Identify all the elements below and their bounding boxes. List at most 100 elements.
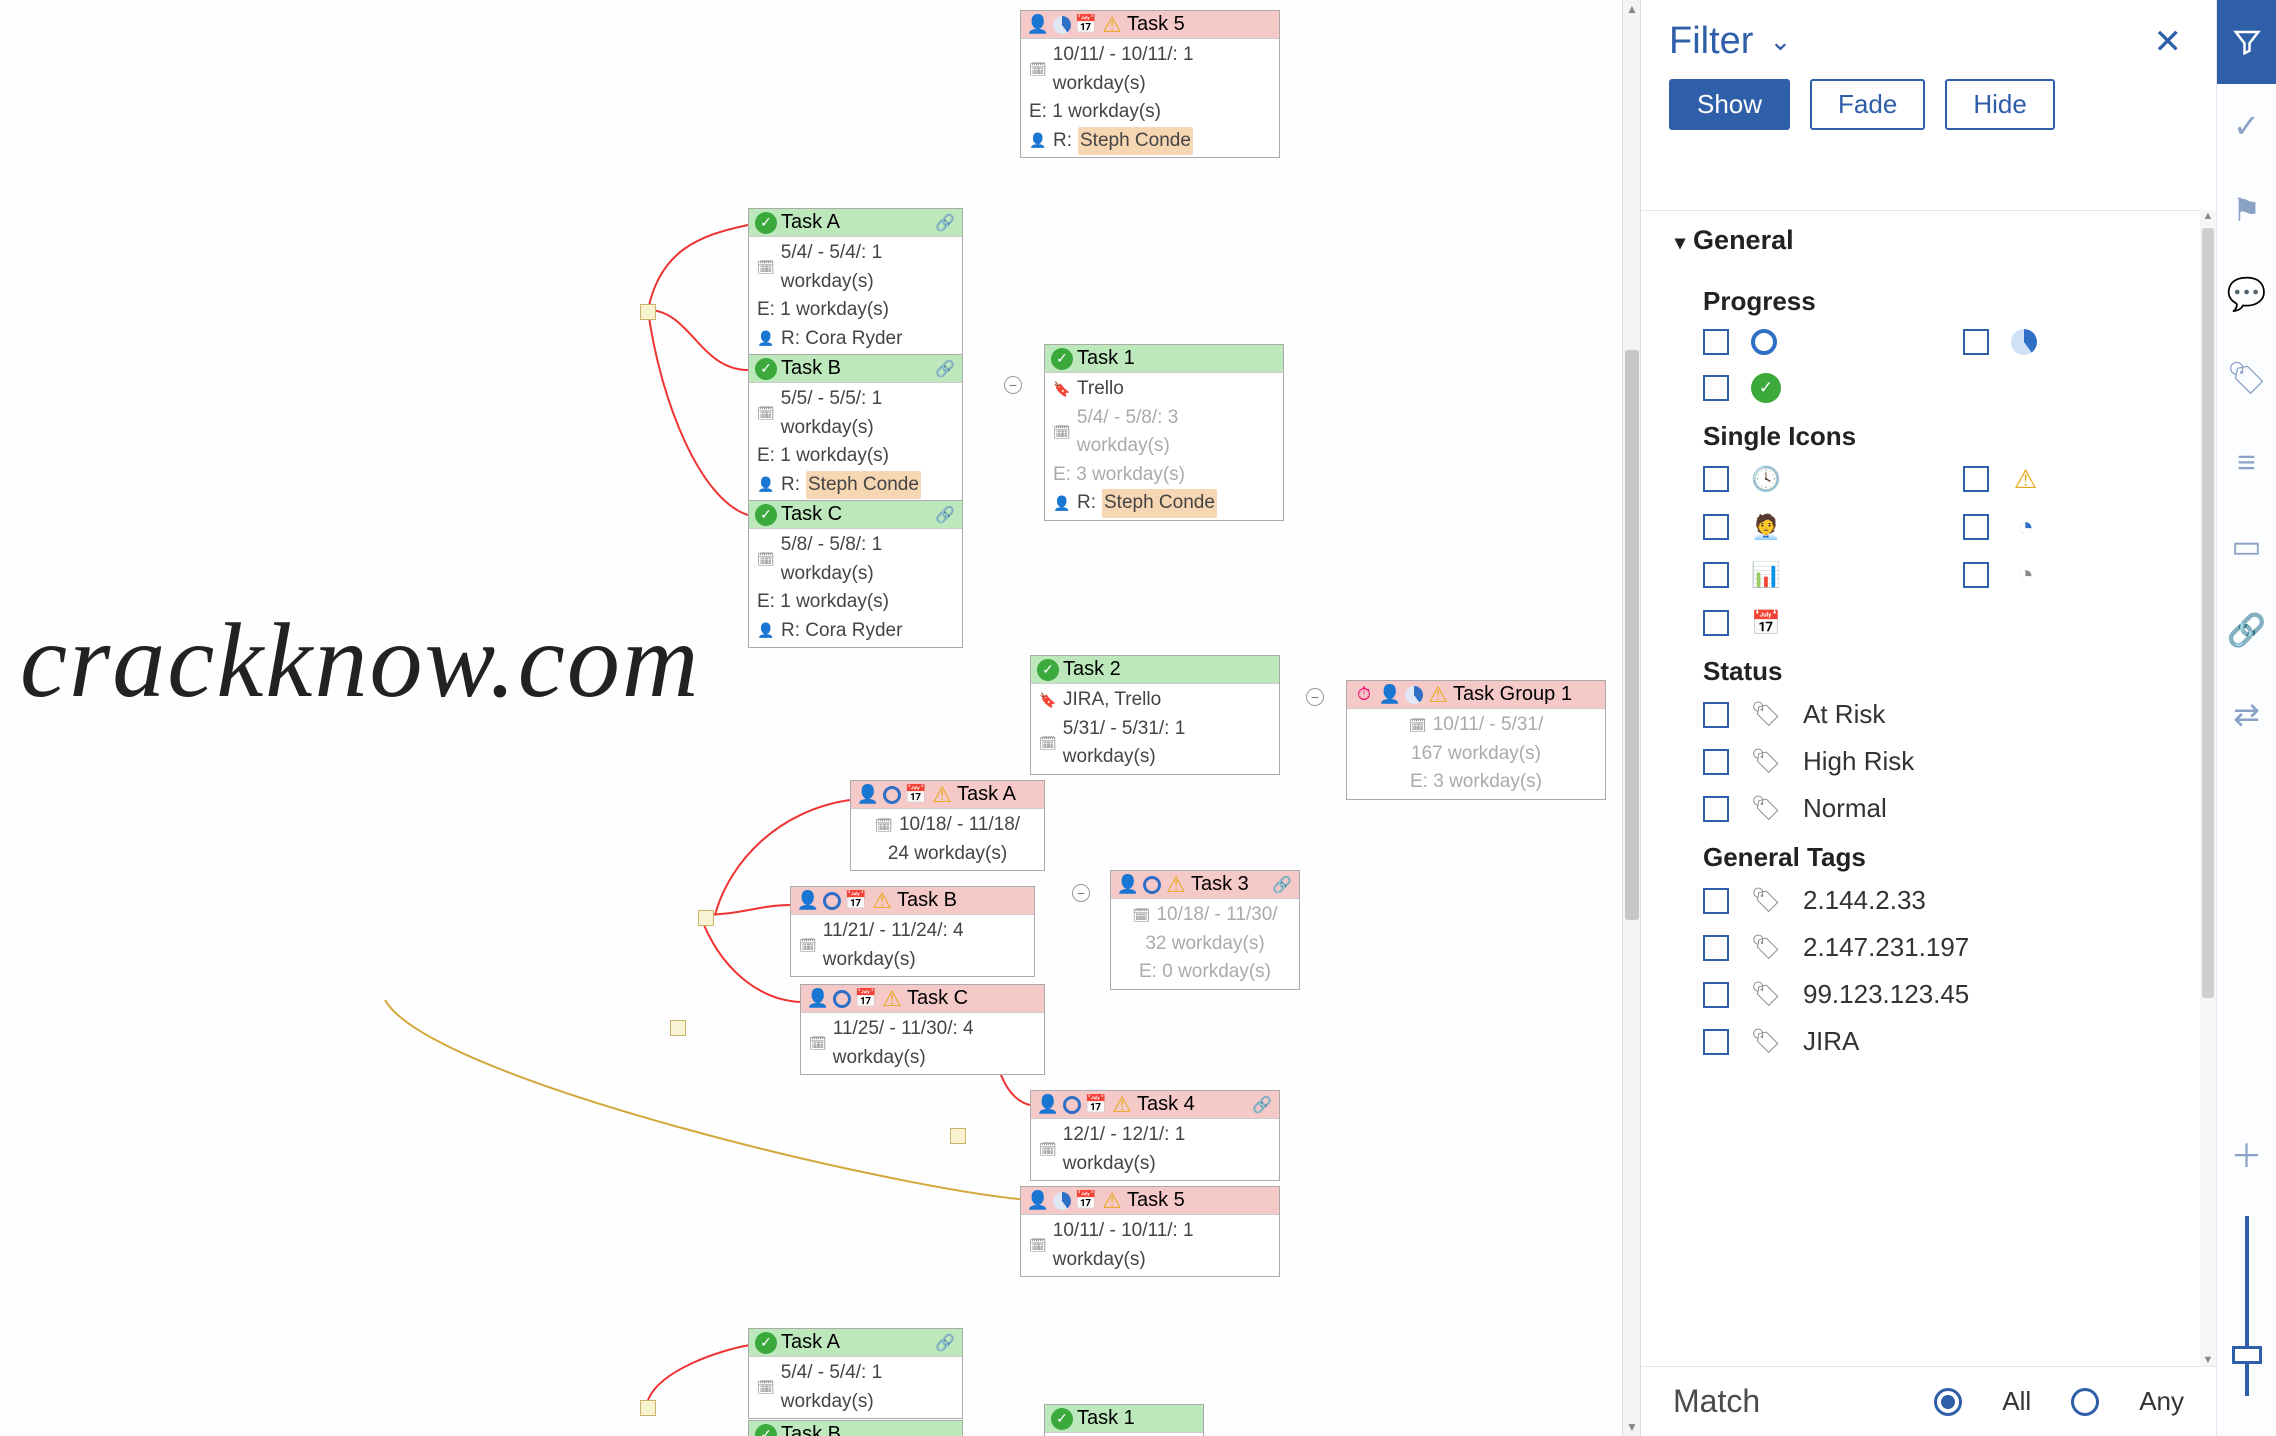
link-icon (934, 212, 956, 234)
node-task2[interactable]: Task 2 JIRA, Trello 5/31/ - 5/31/: 1 wor… (1030, 655, 1280, 775)
filter-scrollbar[interactable] (2200, 210, 2216, 1370)
resource-icon (1027, 14, 1049, 36)
zoom-slider[interactable] (2217, 1196, 2276, 1436)
chat-tool-icon[interactable]: 💬 (2217, 252, 2276, 336)
node-taskA3[interactable]: Task A 5/4/ - 5/4/: 1 workday(s) (748, 1328, 963, 1419)
node-task4[interactable]: Task 4 12/1/ - 12/1/: 1 workday(s) (1030, 1090, 1280, 1181)
match-title: Match (1673, 1383, 1760, 1420)
edge-handle[interactable] (698, 910, 714, 926)
hide-button[interactable]: Hide (1945, 79, 2054, 130)
edge-handle[interactable] (640, 1400, 656, 1416)
date-icon (1029, 61, 1047, 79)
node-taskA2[interactable]: Task A 10/18/ - 11/18/ 24 workday(s) (850, 780, 1045, 871)
resource1-icon (1751, 512, 1781, 542)
scroll-up-icon[interactable] (1623, 0, 1641, 18)
mindmap-canvas[interactable]: Task 5 10/11/ - 10/11/: 1 workday(s) E: … (0, 0, 1640, 1436)
edge-handle[interactable] (950, 1128, 966, 1144)
radio-all[interactable] (1934, 1388, 1962, 1416)
status-list: At Risk High Risk Normal (1675, 699, 2182, 824)
node-taskC[interactable]: Task C 5/8/ - 5/8/: 1 workday(s) E: 1 wo… (748, 500, 963, 648)
tag-icon (1053, 380, 1071, 398)
tags-list: 2.144.2.33 2.147.231.197 99.123.123.45 J… (1675, 885, 2182, 1057)
fade-button[interactable]: Fade (1810, 79, 1925, 130)
tag-icon (1751, 1027, 1781, 1057)
node-task1b[interactable]: Task 1 Trello (1044, 1404, 1204, 1436)
filter-mode-buttons: Show Fade Hide (1641, 79, 2216, 156)
node-taskgroup1[interactable]: Task Group 1 10/11/ - 5/31/ 167 workday(… (1346, 680, 1606, 800)
progress-clock-icon (2011, 512, 2041, 542)
sub-status: Status (1675, 638, 2182, 699)
filter-body: General Progress Single Icons Status At … (1641, 210, 2216, 1366)
resource2-icon (1751, 560, 1781, 590)
tag-icon (1751, 794, 1781, 824)
calendar-icon (1075, 14, 1097, 36)
match-bar: Match All Any (1641, 1366, 2216, 1436)
node-task5b[interactable]: Task 5 10/11/ - 10/11/: 1 workday(s) (1020, 1186, 1280, 1277)
progress-partial-icon (2011, 329, 2037, 355)
tag-icon (1751, 886, 1781, 916)
edge-handle[interactable] (670, 1020, 686, 1036)
link-tool-icon[interactable]: 🔗 (2217, 588, 2276, 672)
warning-icon (1101, 14, 1123, 36)
chevron-down-icon: ⌄ (1769, 26, 1791, 57)
tag-tool-icon[interactable]: 🏷 (2217, 336, 2276, 420)
watermark-text: crackknow.com (20, 600, 700, 722)
note-tool-icon[interactable]: ▭ (2217, 504, 2276, 588)
show-button[interactable]: Show (1669, 79, 1790, 130)
node-taskB[interactable]: Task B 5/5/ - 5/5/: 1 workday(s) E: 1 wo… (748, 354, 963, 502)
clock-icon (1751, 464, 1781, 494)
right-toolrail: ✓ ⚑ 💬 🏷 ≡ ▭ 🔗 ⇄ ＋ (2216, 0, 2276, 1436)
progress-grid (1675, 329, 2182, 403)
node-taskA[interactable]: Task A 5/4/ - 5/4/: 1 workday(s) E: 1 wo… (748, 208, 963, 356)
check-icon (755, 212, 777, 234)
checkbox[interactable] (1963, 329, 1989, 355)
filter-panel: Filter ⌄ ✕ Show Fade Hide General Progre… (1640, 0, 2216, 1436)
progress-empty-icon (1751, 329, 1777, 355)
canvas-scrollbar[interactable] (1622, 0, 1640, 1436)
disclosure-icon (1675, 225, 1685, 256)
node-task1[interactable]: Task 1 Trello 5/4/ - 5/8/: 3 workday(s) … (1044, 344, 1284, 521)
slider-track (2245, 1216, 2249, 1396)
add-button[interactable]: ＋ (2217, 1112, 2276, 1196)
sub-general-tags: General Tags (1675, 824, 2182, 885)
list-tool-icon[interactable]: ≡ (2217, 420, 2276, 504)
close-icon[interactable]: ✕ (2154, 22, 2183, 62)
check-tool-icon[interactable]: ✓ (2217, 84, 2276, 168)
tag-icon (1751, 933, 1781, 963)
tag-icon (1751, 700, 1781, 730)
filter-title[interactable]: Filter ⌄ (1669, 20, 1791, 63)
node-body: 10/11/ - 10/11/: 1 workday(s) E: 1 workd… (1021, 39, 1279, 157)
scroll-thumb[interactable] (2202, 228, 2214, 998)
sub-single-icons: Single Icons (1675, 403, 2182, 464)
collapse-toggle[interactable] (1004, 376, 1022, 394)
filter-tool-icon[interactable] (2217, 0, 2276, 84)
node-taskC2[interactable]: Task C 11/25/ - 11/30/: 4 workday(s) (800, 984, 1045, 1075)
warning-icon (2011, 464, 2041, 494)
collapse-toggle[interactable] (1306, 688, 1324, 706)
scroll-down-icon[interactable] (1623, 1418, 1641, 1436)
node-title: Task 5 (1021, 11, 1279, 39)
scroll-thumb[interactable] (1625, 350, 1639, 920)
tag-icon (1751, 747, 1781, 777)
progress-done-icon (1751, 373, 1781, 403)
collapse-toggle[interactable] (1072, 884, 1090, 902)
person-icon (1029, 132, 1047, 150)
node-taskB3[interactable]: Task B (748, 1420, 963, 1436)
slider-knob[interactable] (2232, 1346, 2262, 1364)
node-task5-top[interactable]: Task 5 10/11/ - 10/11/: 1 workday(s) E: … (1020, 10, 1280, 158)
progress-icon (1053, 16, 1071, 34)
node-task3[interactable]: Task 3 10/18/ - 11/30/ 32 workday(s) E: … (1110, 870, 1300, 990)
checkbox[interactable] (1703, 375, 1729, 401)
radio-any[interactable] (2071, 1388, 2099, 1416)
relation-tool-icon[interactable]: ⇄ (2217, 672, 2276, 756)
singleicons-grid (1675, 464, 2182, 638)
calendar-icon (1751, 608, 1781, 638)
section-general[interactable]: General (1675, 211, 2182, 268)
scroll-up-icon[interactable] (2200, 210, 2216, 226)
flag-tool-icon[interactable]: ⚑ (2217, 168, 2276, 252)
node-taskB2[interactable]: Task B 11/21/ - 11/24/: 4 workday(s) (790, 886, 1035, 977)
sub-progress: Progress (1675, 268, 2182, 329)
node-label: Task 5 (1127, 13, 1185, 36)
edge-handle[interactable] (640, 304, 656, 320)
checkbox[interactable] (1703, 329, 1729, 355)
